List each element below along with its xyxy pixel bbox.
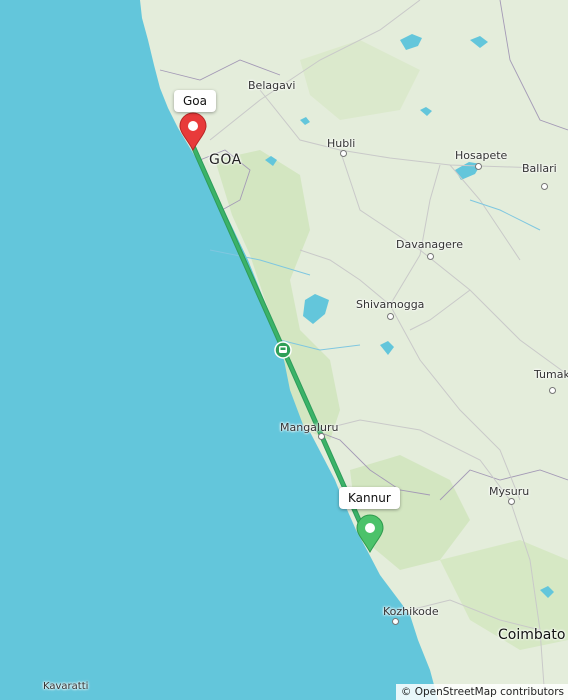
start-callout[interactable]: Goa: [174, 90, 216, 112]
map-base-layer: [140, 0, 568, 700]
city-dot: [427, 253, 434, 260]
place-label-goa-state: GOA: [209, 152, 242, 168]
place-label-hubli: Hubli: [327, 137, 356, 150]
place-label-tumakuru: Tumak: [534, 368, 568, 381]
end-callout[interactable]: Kannur: [339, 487, 400, 509]
city-dot: [392, 618, 399, 625]
city-dot: [387, 313, 394, 320]
place-label-kozhikode: Kozhikode: [383, 605, 439, 618]
place-label-kavaratti: Kavaratti: [43, 681, 89, 692]
place-label-belagavi: Belagavi: [248, 79, 296, 92]
place-label-coimbatore: Coimbato: [498, 627, 566, 643]
city-dot: [318, 433, 325, 440]
city-dot: [475, 163, 482, 170]
place-label-davanagere: Davanagere: [396, 238, 463, 251]
city-dot: [549, 387, 556, 394]
place-label-ballari: Ballari: [522, 162, 557, 175]
car-icon: [274, 341, 292, 359]
city-dot: [541, 183, 548, 190]
attribution[interactable]: © OpenStreetMap contributors: [395, 684, 568, 700]
city-dot: [508, 498, 515, 505]
city-dot: [340, 150, 347, 157]
place-label-shivamogga: Shivamogga: [356, 298, 425, 311]
map-view[interactable]: Belagavi GOA Hubli Hosapete Ballari Dava…: [0, 0, 568, 700]
place-label-mysuru: Mysuru: [489, 485, 530, 498]
place-label-hosapete: Hosapete: [455, 149, 508, 162]
place-label-mangaluru: Mangaluru: [280, 421, 339, 434]
